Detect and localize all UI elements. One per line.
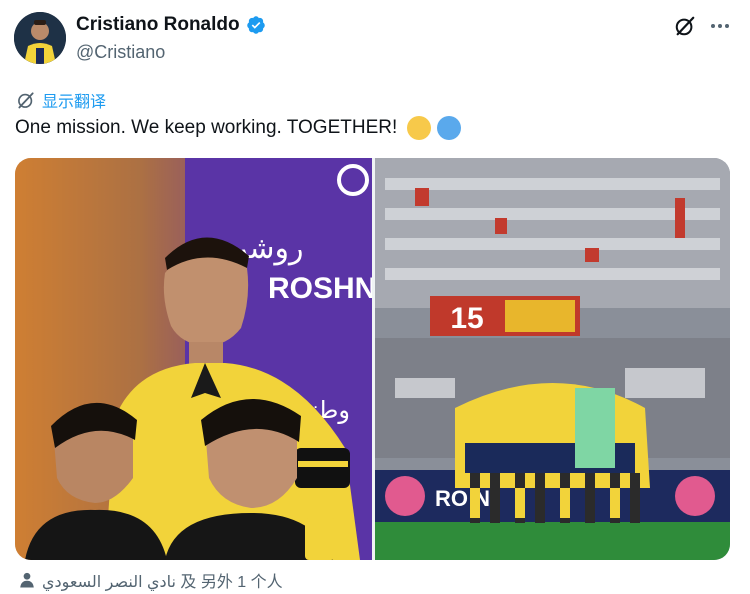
photo-ronaldo-with-kids[interactable]: روشن ROSHN وطني ات [15,158,376,560]
scoreboard-number: 15 [450,302,483,335]
avatar[interactable] [14,12,66,64]
author-handle[interactable]: @Cristiano [76,42,165,63]
tweet-body: One mission. We keep working. TOGETHER! [15,117,398,138]
grok-icon[interactable] [674,15,696,37]
translate-icon [18,92,34,109]
verified-badge-icon [246,16,265,34]
media-grid: روشن ROSHN وطني ات [15,158,730,560]
translate-link[interactable]: 显示翻译 [16,88,106,112]
ad-board-text: RO N [435,486,490,511]
tagged-people[interactable]: نادي النصر السعودي 及 另外 1 个人 [18,568,283,592]
sponsor-text: ROSHN [268,272,372,305]
blue-circle-emoji-icon [437,116,462,140]
more-icon[interactable] [708,14,732,38]
tweet-text: One mission. We keep working. TOGETHER! [15,116,462,140]
translate-label[interactable]: 显示翻译 [42,88,106,112]
yellow-circle-emoji-icon [407,116,432,140]
person-tag-icon [20,572,34,588]
photo-team-huddle[interactable]: 15 RO N [375,158,730,560]
tagged-text[interactable]: نادي النصر السعودي 及 另外 1 个人 [42,568,283,592]
author-name[interactable]: Cristiano Ronaldo [76,14,240,36]
